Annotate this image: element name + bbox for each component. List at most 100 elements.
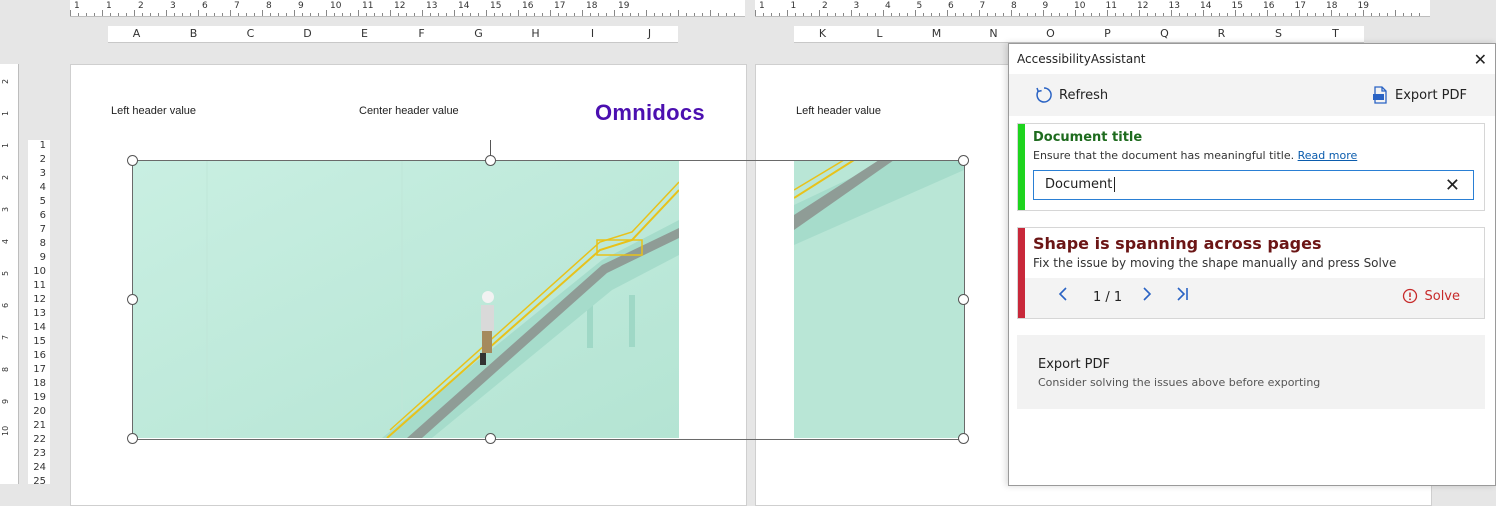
resize-handle-top-left[interactable] bbox=[127, 155, 138, 166]
left-header-text-page-2[interactable]: Left header value bbox=[796, 105, 881, 117]
ruler-tick bbox=[126, 13, 127, 16]
resize-handle-bottom-left[interactable] bbox=[127, 433, 138, 444]
ruler-number: 17 bbox=[554, 1, 566, 11]
row-header-3[interactable]: 3 bbox=[40, 168, 46, 179]
row-header-9[interactable]: 9 bbox=[40, 252, 46, 263]
ruler-tick bbox=[1243, 13, 1244, 16]
column-header-K[interactable]: K bbox=[794, 27, 851, 40]
clear-input-icon[interactable]: ✕ bbox=[1445, 175, 1460, 196]
export-pdf-button[interactable]: Export PDF bbox=[1371, 84, 1467, 106]
last-issue-icon[interactable] bbox=[1175, 286, 1191, 306]
row-header-1[interactable]: 1 bbox=[40, 140, 46, 151]
row-header-12[interactable]: 12 bbox=[33, 294, 46, 305]
column-header-I[interactable]: I bbox=[564, 27, 621, 40]
previous-issue-chevron-left-icon[interactable] bbox=[1057, 286, 1069, 306]
close-icon[interactable]: ✕ bbox=[1474, 50, 1487, 69]
row-header-23[interactable]: 23 bbox=[33, 448, 46, 459]
column-header-N[interactable]: N bbox=[965, 27, 1022, 40]
column-header-J[interactable]: J bbox=[621, 27, 678, 40]
row-header-19[interactable]: 19 bbox=[33, 392, 46, 403]
ruler-number: 1 bbox=[759, 1, 765, 11]
column-header-G[interactable]: G bbox=[450, 27, 507, 40]
image-shape-page-2[interactable] bbox=[794, 160, 964, 438]
column-header-H[interactable]: H bbox=[507, 27, 564, 40]
row-header-6[interactable]: 6 bbox=[40, 210, 46, 221]
column-headers-right: KLMNOPQRST bbox=[794, 26, 1364, 43]
row-header-7[interactable]: 7 bbox=[40, 224, 46, 235]
column-header-M[interactable]: M bbox=[908, 27, 965, 40]
horizontal-ruler-left: 1 1 2 3 6 7 8 9 10 11 12 13 14 15 16 17 18 19 bbox=[70, 0, 745, 17]
column-header-F[interactable]: F bbox=[393, 27, 450, 40]
ruler-tick bbox=[310, 13, 311, 16]
row-header-24[interactable]: 24 bbox=[33, 462, 46, 473]
read-more-link[interactable]: Read more bbox=[1298, 149, 1358, 162]
row-header-16[interactable]: 16 bbox=[33, 350, 46, 361]
column-headers-left: ABCDEFGHIJ bbox=[108, 26, 678, 43]
ruler-tick bbox=[206, 13, 207, 16]
resize-handle-bottom-middle[interactable] bbox=[485, 433, 496, 444]
document-title-heading: Document title bbox=[1033, 130, 1143, 145]
ruler-tick bbox=[438, 13, 439, 16]
column-header-A[interactable]: A bbox=[108, 27, 165, 40]
vertical-ruler-number: 2 bbox=[1, 78, 10, 84]
document-title-hint: Ensure that the document has meaningful … bbox=[1033, 149, 1295, 162]
vertical-ruler-number: 5 bbox=[1, 270, 10, 276]
center-header-text[interactable]: Center header value bbox=[359, 105, 459, 117]
solve-button[interactable]: Solve bbox=[1402, 288, 1460, 304]
resize-handle-top-right[interactable] bbox=[958, 155, 969, 166]
row-header-8[interactable]: 8 bbox=[40, 238, 46, 249]
row-header-22[interactable]: 22 bbox=[33, 434, 46, 445]
column-header-L[interactable]: L bbox=[851, 27, 908, 40]
ruler-tick bbox=[1379, 13, 1380, 16]
resize-handle-top-middle[interactable] bbox=[485, 155, 496, 166]
ruler-tick bbox=[1323, 13, 1324, 16]
resize-handle-middle-left[interactable] bbox=[127, 294, 138, 305]
ruler-tick bbox=[803, 13, 804, 16]
column-header-E[interactable]: E bbox=[336, 27, 393, 40]
vertical-ruler-number: 1 bbox=[1, 142, 10, 148]
document-title-input[interactable]: Document bbox=[1033, 170, 1474, 200]
next-issue-chevron-right-icon[interactable] bbox=[1141, 286, 1153, 306]
ruler-tick bbox=[510, 13, 511, 16]
row-header-13[interactable]: 13 bbox=[33, 308, 46, 319]
column-header-P[interactable]: P bbox=[1079, 27, 1136, 40]
ruler-tick bbox=[702, 13, 703, 16]
left-header-text[interactable]: Left header value bbox=[111, 105, 196, 117]
row-header-5[interactable]: 5 bbox=[40, 196, 46, 207]
row-header-14[interactable]: 14 bbox=[33, 322, 46, 333]
refresh-button[interactable]: Refresh bbox=[1035, 84, 1108, 106]
row-header-25[interactable]: 25 bbox=[33, 476, 46, 487]
ruler-tick bbox=[94, 13, 95, 16]
ruler-tick bbox=[963, 13, 964, 16]
column-header-Q[interactable]: Q bbox=[1136, 27, 1193, 40]
ruler-tick bbox=[158, 13, 159, 16]
row-header-20[interactable]: 20 bbox=[33, 406, 46, 417]
row-header-10[interactable]: 10 bbox=[33, 266, 46, 277]
panel-toolbar: Refresh Export PDF bbox=[1009, 74, 1495, 116]
column-header-R[interactable]: R bbox=[1193, 27, 1250, 40]
ruler-tick bbox=[1083, 13, 1084, 16]
row-header-11[interactable]: 11 bbox=[33, 280, 46, 291]
ruler-tick bbox=[430, 13, 431, 16]
ruler-tick bbox=[947, 10, 948, 16]
column-header-D[interactable]: D bbox=[279, 27, 336, 40]
column-header-C[interactable]: C bbox=[222, 27, 279, 40]
resize-handle-bottom-right[interactable] bbox=[958, 433, 969, 444]
ruler-tick bbox=[883, 10, 884, 16]
row-header-17[interactable]: 17 bbox=[33, 364, 46, 375]
column-header-S[interactable]: S bbox=[1250, 27, 1307, 40]
ruler-tick bbox=[334, 13, 335, 16]
row-header-18[interactable]: 18 bbox=[33, 378, 46, 389]
column-header-O[interactable]: O bbox=[1022, 27, 1079, 40]
vertical-ruler-number: 6 bbox=[1, 302, 10, 308]
export-pdf-heading: Export PDF bbox=[1038, 357, 1111, 372]
row-header-21[interactable]: 21 bbox=[33, 420, 46, 431]
row-header-15[interactable]: 15 bbox=[33, 336, 46, 347]
ruler-tick bbox=[662, 13, 663, 16]
image-shape-page-1[interactable] bbox=[132, 160, 679, 438]
row-header-2[interactable]: 2 bbox=[40, 154, 46, 165]
resize-handle-middle-right[interactable] bbox=[958, 294, 969, 305]
column-header-B[interactable]: B bbox=[165, 27, 222, 40]
column-header-T[interactable]: T bbox=[1307, 27, 1364, 40]
row-header-4[interactable]: 4 bbox=[40, 182, 46, 193]
